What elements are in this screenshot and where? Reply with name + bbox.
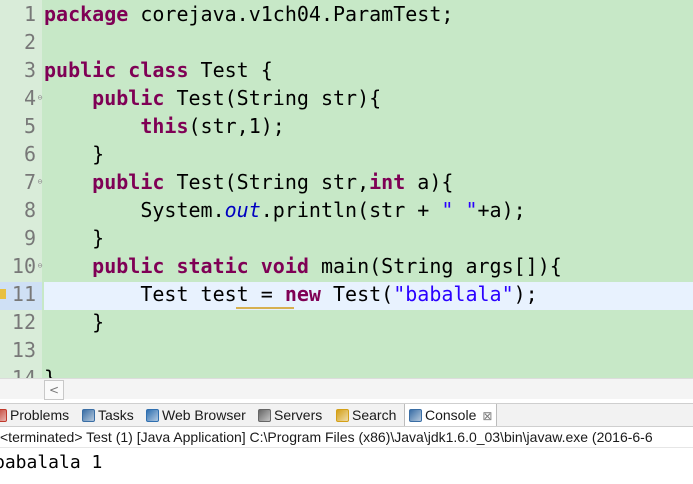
code-token: } — [44, 142, 105, 166]
code-token: " " — [441, 198, 478, 222]
code-token: public — [92, 254, 165, 278]
horizontal-scrollbar[interactable]: < — [0, 378, 693, 400]
code-token: } — [44, 310, 105, 334]
code-token: new — [284, 282, 321, 306]
code-line[interactable]: System.out.println(str + " "+a); — [44, 196, 526, 224]
line-number: 10 — [11, 254, 36, 278]
line-number: 2 — [23, 30, 36, 54]
tab-label: Servers — [274, 407, 323, 423]
code-line[interactable]: Test test = new Test("babalala"); — [44, 280, 538, 308]
code-token: main(String args[]){ — [308, 254, 562, 278]
tab-label: Search — [352, 407, 397, 423]
code-token: static — [176, 254, 249, 278]
line-number: 5 — [23, 114, 36, 138]
code-token: Test { — [188, 58, 273, 82]
scroll-left-button[interactable]: < — [44, 380, 64, 400]
line-number: 14 — [11, 366, 36, 378]
tab-search[interactable]: Search — [336, 404, 396, 426]
servers-icon — [258, 409, 271, 422]
code-token: corejava.v1ch04.ParamTest; — [128, 2, 454, 26]
code-token: ); — [513, 282, 538, 306]
code-token: class — [128, 58, 189, 82]
code-token: this — [140, 114, 189, 138]
collapse-minus-icon[interactable]: ⊖ — [36, 252, 44, 280]
line-number: 13 — [11, 338, 36, 362]
close-icon[interactable]: ⊠ — [482, 409, 492, 423]
tab-label: Web Browser — [162, 407, 246, 423]
code-line[interactable]: } — [44, 364, 56, 378]
code-token: } — [44, 366, 57, 378]
console-status-line: <terminated> Test (1) [Java Application]… — [0, 427, 693, 448]
problems-icon — [0, 409, 7, 422]
console-icon — [409, 409, 422, 422]
code-editor[interactable]: package corejava.v1ch04.ParamTest; public… — [0, 0, 693, 378]
code-line[interactable]: this(str,1); — [44, 112, 285, 140]
line-number: 1 — [23, 2, 36, 26]
tab-problems[interactable]: Problems — [0, 404, 69, 426]
unused-variable-warning-underline — [236, 307, 294, 309]
code-line[interactable]: package corejava.v1ch04.ParamTest; — [44, 0, 453, 28]
tab-label: Problems — [10, 407, 70, 423]
tasks-icon — [82, 409, 95, 422]
code-token: out — [224, 198, 261, 222]
code-token: (str,1); — [188, 114, 285, 138]
code-token: public — [92, 86, 165, 110]
tab-servers[interactable]: Servers — [258, 404, 322, 426]
code-line[interactable]: public Test(String str){ — [44, 84, 381, 112]
code-line[interactable]: public class Test { — [44, 56, 273, 84]
line-number: 7 — [23, 170, 36, 194]
code-token: Test test = — [44, 282, 285, 306]
code-token: } — [44, 226, 105, 250]
code-token: +a); — [477, 198, 526, 222]
tab-tasks[interactable]: Tasks — [82, 404, 134, 426]
code-token: void — [260, 254, 309, 278]
code-token: package — [44, 2, 129, 26]
code-token: Test( — [320, 282, 394, 306]
code-token: System. — [44, 198, 225, 222]
code-token: int — [369, 170, 406, 194]
tab-label: Console — [425, 407, 477, 423]
line-number: 4 — [23, 86, 36, 110]
line-number: 12 — [11, 310, 36, 334]
code-token: public — [92, 170, 165, 194]
code-token: a){ — [405, 170, 454, 194]
console-output[interactable]: babalala 1 — [0, 450, 102, 476]
code-line[interactable]: } — [44, 224, 104, 252]
line-number: 8 — [23, 198, 36, 222]
line-number: 9 — [23, 226, 36, 250]
code-token: Test(String str){ — [164, 86, 382, 110]
collapse-minus-icon[interactable]: ⊖ — [36, 168, 44, 196]
tab-console[interactable]: Console ⊠ — [404, 404, 498, 426]
tab-web-browser[interactable]: Web Browser — [146, 404, 246, 426]
code-line[interactable]: public Test(String str,int a){ — [44, 168, 453, 196]
bottom-panel-tabs: Problems Tasks Web Browser Servers Search Con… — [0, 403, 693, 427]
code-token: "babalala" — [393, 282, 514, 306]
code-token: Test(String str, — [164, 170, 370, 194]
collapse-minus-icon[interactable]: ⊖ — [36, 84, 44, 112]
line-number: 11 — [11, 282, 36, 306]
code-token: .println(str + — [260, 198, 442, 222]
code-line[interactable]: } — [44, 308, 104, 336]
globe-icon — [146, 409, 159, 422]
search-icon — [336, 409, 349, 422]
tab-label: Tasks — [98, 407, 134, 423]
code-line[interactable]: public static void main(String args[]){ — [44, 252, 562, 280]
code-line[interactable]: } — [44, 140, 104, 168]
line-number: 3 — [23, 58, 36, 82]
line-number: 6 — [23, 142, 36, 166]
code-token: public — [44, 58, 117, 82]
